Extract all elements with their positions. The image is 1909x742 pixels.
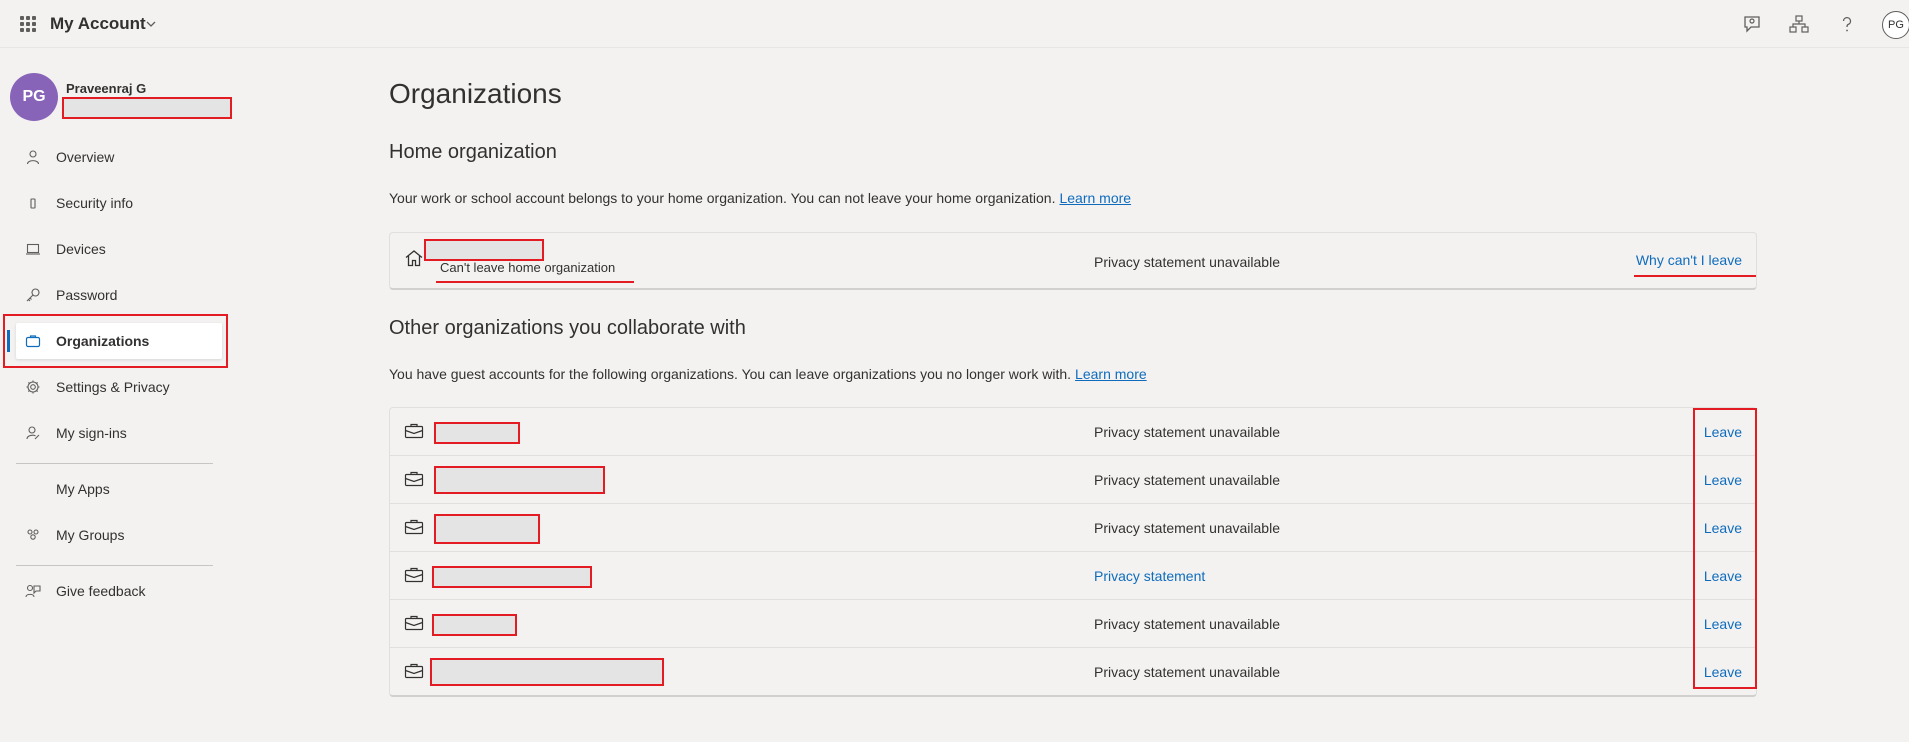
sidebar-item-label: Settings & Privacy <box>56 379 170 395</box>
privacy-status: Privacy statement unavailable <box>1094 424 1280 440</box>
sidebar-item-label: My Apps <box>56 481 110 497</box>
sidebar-item-my-apps[interactable]: My Apps <box>16 471 222 507</box>
table-row: Privacy statement Leave <box>390 552 1756 600</box>
app-launcher-icon[interactable] <box>20 16 36 32</box>
home-org-description: Your work or school account belongs to y… <box>389 190 1131 206</box>
sidebar-item-security-info[interactable]: Security info <box>16 185 222 221</box>
redacted-org-name <box>430 658 664 686</box>
table-row: Privacy statement unavailable Leave <box>390 600 1756 648</box>
other-orgs-description-text: You have guest accounts for the followin… <box>389 366 1072 382</box>
home-org-description-text: Your work or school account belongs to y… <box>389 190 1056 206</box>
briefcase-icon <box>404 519 424 535</box>
sidebar-item-overview[interactable]: Overview <box>16 139 222 175</box>
sidebar-item-password[interactable]: Password <box>16 277 222 313</box>
other-orgs-title: Other organizations you collaborate with <box>389 317 746 339</box>
sidebar-item-label: Overview <box>56 149 115 165</box>
table-row: Privacy statement unavailable Leave <box>390 504 1756 552</box>
other-orgs-description: You have guest accounts for the followin… <box>389 366 1147 382</box>
key-icon <box>26 288 40 302</box>
sidebar-item-label: My Groups <box>56 527 125 543</box>
sidebar-item-label: Give feedback <box>56 583 146 599</box>
briefcase-icon <box>404 471 424 487</box>
leave-button[interactable]: Leave <box>1704 424 1742 440</box>
laptop-icon <box>26 243 40 255</box>
page-title: Organizations <box>389 78 562 109</box>
redacted-org-name <box>432 566 592 588</box>
redacted-org-name <box>434 514 540 544</box>
user-avatar: PG <box>10 73 58 121</box>
briefcase-icon <box>25 335 41 348</box>
learn-more-link[interactable]: Learn more <box>1059 190 1131 206</box>
phone-icon <box>30 198 36 209</box>
sidebar-item-organizations[interactable]: Organizations <box>16 323 222 359</box>
home-org-card: Can't leave home organization Privacy st… <box>389 232 1757 290</box>
privacy-statement-link[interactable]: Privacy statement <box>1094 568 1205 584</box>
user-name: Praveenraj G <box>66 81 147 96</box>
feedback-icon <box>25 584 41 598</box>
privacy-status: Privacy statement unavailable <box>1094 616 1280 632</box>
active-indicator <box>7 330 10 352</box>
gear-icon <box>26 380 40 394</box>
table-row: Privacy statement unavailable Leave <box>390 648 1756 696</box>
groups-icon <box>27 529 39 540</box>
sidebar-item-label: Security info <box>56 195 134 211</box>
redacted-org-name <box>434 422 520 444</box>
leave-button[interactable]: Leave <box>1704 520 1742 536</box>
privacy-status: Privacy statement unavailable <box>1094 520 1280 536</box>
why-cant-i-leave-link[interactable]: Why can't I leave <box>1636 252 1742 268</box>
briefcase-icon <box>404 567 424 583</box>
learn-more-link[interactable]: Learn more <box>1075 366 1147 382</box>
briefcase-icon <box>404 423 424 439</box>
redacted-user-email <box>62 97 232 119</box>
person-icon <box>26 150 40 165</box>
sidebar-item-my-groups[interactable]: My Groups <box>16 517 222 553</box>
help-icon[interactable] <box>1836 13 1858 35</box>
leave-button[interactable]: Leave <box>1704 664 1742 680</box>
leave-button[interactable]: Leave <box>1704 568 1742 584</box>
redacted-org-name <box>424 239 544 261</box>
account-avatar[interactable]: PG <box>1882 11 1909 39</box>
briefcase-icon <box>404 663 424 679</box>
sidebar-item-label: Devices <box>56 241 106 257</box>
annotation-underline <box>1634 275 1756 277</box>
sign-in-icon <box>26 426 40 440</box>
sidebar-divider <box>16 463 213 464</box>
chevron-down-icon[interactable] <box>145 18 157 30</box>
org-chart-icon[interactable] <box>1788 13 1810 35</box>
feedback-icon[interactable] <box>1741 13 1763 35</box>
top-bar: My Account PG <box>0 0 1909 48</box>
sidebar-item-give-feedback[interactable]: Give feedback <box>16 573 222 609</box>
other-orgs-list: Privacy statement unavailable Leave Priv… <box>389 407 1757 697</box>
sidebar-item-label: My sign-ins <box>56 425 127 441</box>
briefcase-icon <box>404 615 424 631</box>
redacted-org-name <box>434 466 605 494</box>
home-org-status: Can't leave home organization <box>440 260 616 275</box>
sidebar-item-label: Password <box>56 287 118 303</box>
annotation-underline <box>436 281 634 283</box>
sidebar-item-my-sign-ins[interactable]: My sign-ins <box>16 415 222 451</box>
sidebar-item-settings-privacy[interactable]: Settings & Privacy <box>16 369 222 405</box>
sidebar-divider <box>16 565 213 566</box>
home-icon <box>405 250 423 267</box>
privacy-status: Privacy statement unavailable <box>1094 472 1280 488</box>
privacy-status: Privacy statement unavailable <box>1094 254 1280 270</box>
table-row: Privacy statement unavailable Leave <box>390 456 1756 504</box>
sidebar-item-label: Organizations <box>56 333 150 349</box>
sidebar-item-devices[interactable]: Devices <box>16 231 222 267</box>
leave-button[interactable]: Leave <box>1704 616 1742 632</box>
redacted-org-name <box>432 614 517 636</box>
leave-button[interactable]: Leave <box>1704 472 1742 488</box>
privacy-status: Privacy statement unavailable <box>1094 664 1280 680</box>
app-title[interactable]: My Account <box>50 14 146 34</box>
home-org-title: Home organization <box>389 141 557 163</box>
table-row: Privacy statement unavailable Leave <box>390 408 1756 456</box>
